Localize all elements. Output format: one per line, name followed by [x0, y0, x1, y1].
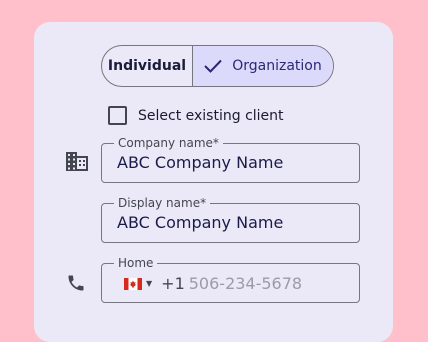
- select-existing-client-row[interactable]: Select existing client: [108, 106, 284, 125]
- phone-label: Home: [114, 256, 158, 270]
- building-icon: [66, 152, 88, 171]
- phone-field[interactable]: Home ▼ +1 506-234-5678: [101, 256, 360, 303]
- client-type-toggle: Individual Organization: [101, 45, 334, 87]
- country-dropdown-caret-icon[interactable]: ▼: [146, 279, 152, 288]
- select-existing-client-checkbox[interactable]: [108, 106, 127, 125]
- individual-label: Individual: [107, 58, 187, 74]
- phone-placeholder: 506-234-5678: [188, 274, 303, 293]
- phone-icon: [68, 275, 84, 291]
- display-name-label: Display name*: [114, 196, 211, 210]
- check-icon: [204, 59, 222, 73]
- organization-label: Organization: [232, 58, 322, 74]
- organization-segment[interactable]: Organization: [193, 46, 333, 86]
- individual-segment[interactable]: Individual: [102, 46, 193, 86]
- canada-flag-icon[interactable]: [124, 277, 142, 290]
- select-existing-client-label: Select existing client: [138, 107, 284, 124]
- display-name-value: ABC Company Name: [117, 213, 284, 232]
- display-name-field[interactable]: Display name* ABC Company Name: [101, 196, 360, 243]
- company-name-label: Company name*: [114, 136, 223, 150]
- country-code: +1: [161, 274, 185, 293]
- company-name-field[interactable]: Company name* ABC Company Name: [101, 136, 360, 183]
- company-name-value: ABC Company Name: [117, 153, 284, 172]
